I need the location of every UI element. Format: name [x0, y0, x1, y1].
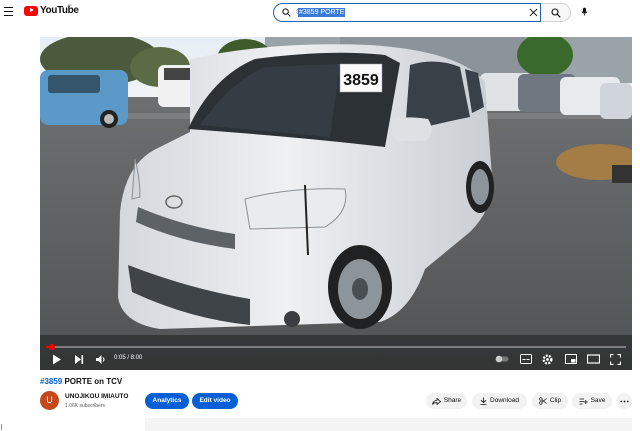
country-code: JP	[67, 3, 72, 8]
download-label: Download	[490, 397, 519, 404]
logo-text: YouTube	[40, 5, 79, 16]
mic-icon	[581, 7, 588, 16]
scroll-edge-marker	[1, 424, 2, 430]
title-hashtag[interactable]: #3859	[40, 377, 62, 386]
autoplay-toggle-icon[interactable]	[495, 355, 509, 363]
youtube-logo-icon	[24, 5, 38, 16]
clip-label: Clip	[549, 397, 562, 404]
search-query-text: #3859 PORTE	[298, 8, 346, 17]
save-button[interactable]: Save	[572, 393, 612, 409]
windshield-plate-number: 3859	[343, 72, 379, 89]
subscriber-count: 1.06K subscribers	[65, 403, 106, 409]
search-button[interactable]	[541, 3, 571, 22]
search-icon	[282, 8, 291, 17]
more-actions-button[interactable]	[616, 393, 632, 409]
more-icon	[619, 400, 629, 402]
miniplayer-icon[interactable]	[565, 354, 577, 364]
progress-bar[interactable]	[46, 344, 626, 350]
voice-search-button[interactable]	[577, 4, 592, 19]
download-button[interactable]: Download	[472, 393, 527, 409]
share-button[interactable]: Share	[426, 393, 467, 409]
description-box[interactable]	[145, 418, 632, 431]
channel-name[interactable]: UNOJIKOU IMIAUTO	[65, 393, 128, 400]
clear-icon[interactable]	[529, 8, 538, 17]
player-controls: 0:05 / 8:00	[40, 350, 632, 370]
theater-icon[interactable]	[587, 354, 600, 364]
settings-icon[interactable]	[542, 354, 553, 365]
clip-icon	[539, 397, 547, 405]
analytics-button[interactable]: Analytics	[145, 393, 189, 409]
video-title: #3859 PORTE on TCV	[40, 377, 122, 386]
share-icon	[431, 397, 441, 405]
download-icon	[480, 397, 487, 405]
time-display: 0:05 / 8:00	[114, 355, 143, 361]
masthead: YouTube JP #3859 PORTE	[0, 0, 640, 26]
share-label: Share	[443, 397, 462, 404]
save-icon	[579, 398, 588, 404]
avatar[interactable]: U	[40, 391, 59, 410]
subtitles-icon[interactable]	[520, 354, 532, 364]
title-text: PORTE on TCV	[62, 377, 123, 386]
video-player[interactable]: 3859 0:05 / 8:00	[40, 37, 632, 370]
search-icon	[551, 8, 561, 18]
save-label: Save	[590, 397, 606, 404]
video-frame: 3859	[40, 37, 632, 370]
play-icon[interactable]	[52, 354, 62, 365]
volume-icon[interactable]	[95, 354, 106, 365]
edit-video-button[interactable]: Edit video	[192, 393, 238, 409]
menu-icon[interactable]	[4, 7, 13, 17]
fullscreen-icon[interactable]	[610, 354, 621, 365]
search-box[interactable]: #3859 PORTE	[273, 3, 541, 22]
next-icon[interactable]	[74, 354, 84, 365]
clip-button[interactable]: Clip	[532, 393, 568, 409]
